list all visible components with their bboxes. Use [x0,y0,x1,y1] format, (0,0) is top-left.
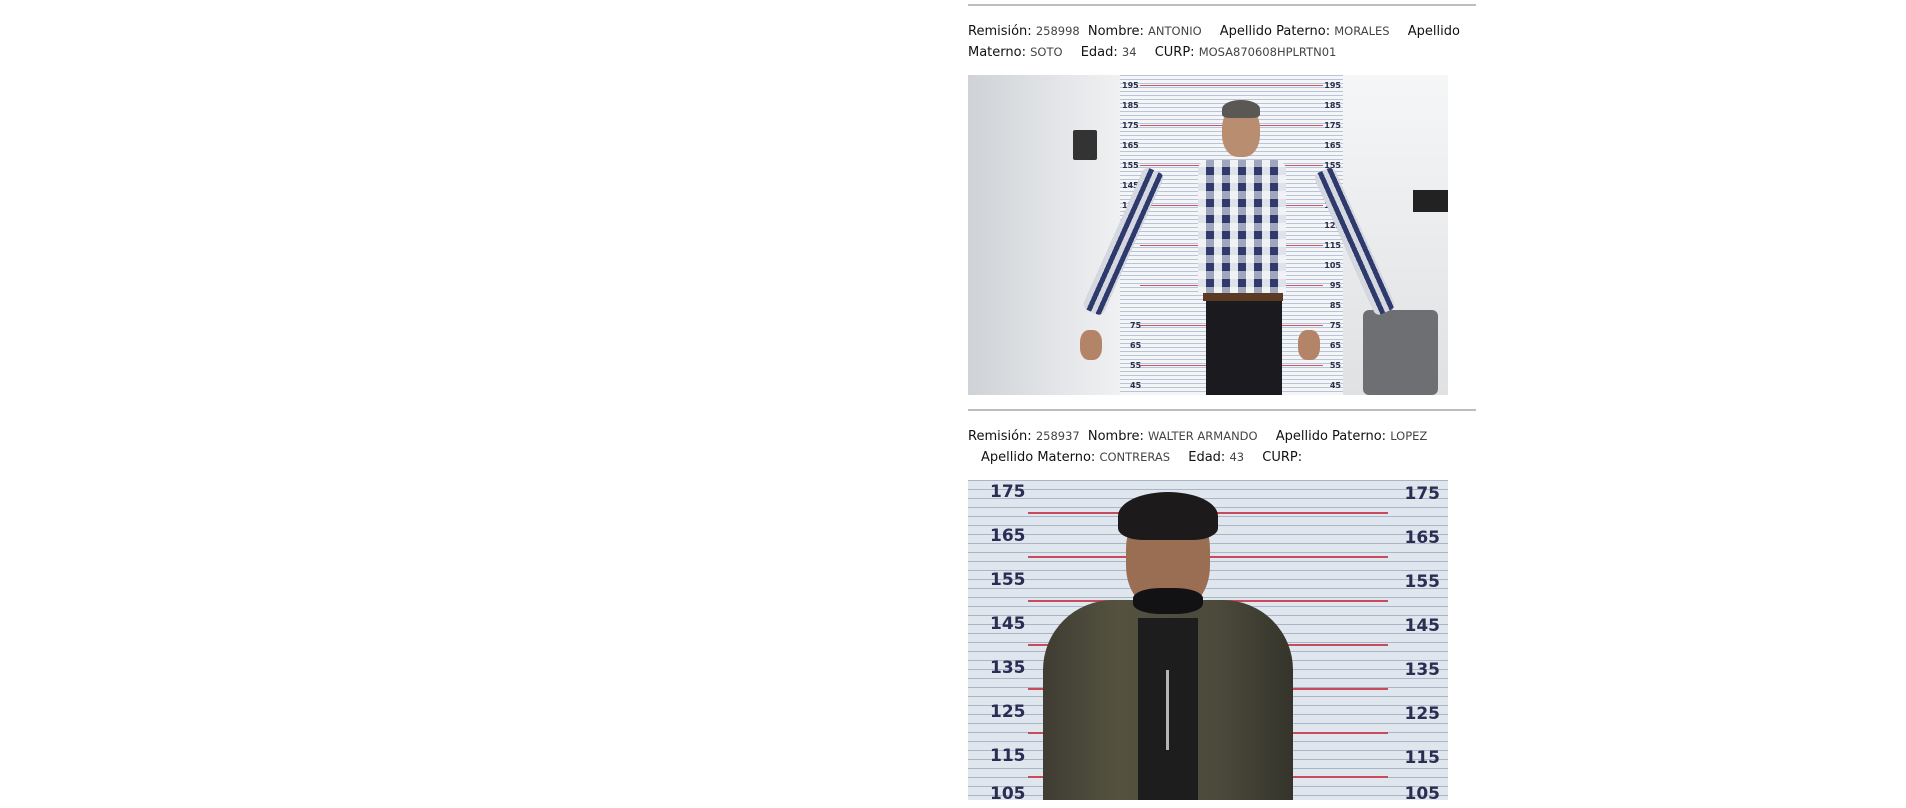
ruler-mark: 145 [990,614,1026,634]
ruler-mark: 185 [1324,101,1341,110]
record-info: Remisión: 258998 Nombre: ANTONIO Apellid… [968,6,1468,63]
ruler-mark: 165 [990,526,1026,546]
person-shirt [1198,160,1286,295]
remision-label: Remisión: [968,24,1032,39]
mugshot-photo[interactable]: 195 185 175 165 155 145 135 12 75 65 55 … [968,75,1448,395]
edad-label: Edad: [1080,45,1118,60]
basket [1363,310,1438,395]
ruler-mark: 195 [1122,81,1139,90]
records-list: Remisión: 258998 Nombre: ANTONIO Apellid… [968,0,1478,800]
ruler-mark: 115 [990,746,1026,766]
ruler-mark: 175 [1324,121,1341,130]
apellido-paterno-label: Apellido Paterno: [1219,24,1331,39]
wall-device [1073,130,1097,160]
ruler-mark: 85 [1329,301,1341,310]
apellido-materno-label: Apellido [1407,24,1460,39]
ruler-mark: 145 [1404,616,1441,636]
person-mask [1133,588,1203,614]
ruler-mark: 135 [1404,660,1441,680]
nombre-value: WALTER ARMANDO [1148,429,1258,443]
record-item: Remisión: 258937 Nombre: WALTER ARMANDO … [968,411,1478,800]
ruler-mark: 175 [990,482,1026,502]
mugshot-photo[interactable]: 175 165 155 145 135 125 115 105 175 165 … [968,480,1448,800]
apellido-paterno-value: LOPEZ [1390,429,1428,443]
edad-label: Edad: [1188,450,1226,465]
ruler-mark: 155 [990,570,1026,590]
photo-wall [968,75,1128,395]
person-hand [1298,330,1320,360]
ruler-mark: 125 [1404,704,1441,724]
apellido-materno-value: CONTRERAS [1099,450,1171,464]
ruler-mark: 115 [1404,748,1441,768]
ruler-mark: 45 [1329,381,1341,390]
ruler-mark: 55 [1329,361,1341,370]
curp-label: CURP: [1154,45,1195,60]
ruler-mark: 165 [1324,141,1341,150]
record-item: Remisión: 258998 Nombre: ANTONIO Apellid… [968,6,1478,395]
ruler-mark: 105 [1404,784,1441,800]
ruler-mark: 65 [1130,341,1142,350]
apellido-materno-label-cont: Materno: [968,45,1026,60]
edad-value: 34 [1121,45,1137,59]
person-belt [1203,293,1283,301]
ruler-mark: 175 [1404,484,1441,504]
person-zipper [1166,670,1169,750]
apellido-materno-value: SOTO [1030,45,1063,59]
person-hand [1080,330,1102,360]
remision-label: Remisión: [968,429,1032,444]
ruler-mark: 185 [1122,101,1139,110]
remision-value: 258998 [1035,24,1080,38]
nombre-value: ANTONIO [1148,24,1202,38]
ruler-mark: 65 [1329,341,1341,350]
person-hair [1118,492,1218,540]
person-hair [1222,100,1260,118]
wall-device [1413,190,1448,212]
ruler-mark: 45 [1130,381,1142,390]
ruler-mark: 135 [990,658,1026,678]
ruler-mark: 105 [990,784,1026,800]
page: Remisión: 258998 Nombre: ANTONIO Apellid… [0,0,1906,808]
ruler-mark: 165 [1122,141,1139,150]
ruler-mark: 75 [1329,321,1341,330]
ruler-mark: 125 [990,702,1026,722]
ruler-mark: 105 [1324,261,1341,270]
curp-label: CURP: [1262,450,1303,465]
nombre-label: Nombre: [1087,24,1144,39]
ruler-mark: 115 [1324,241,1341,250]
apellido-materno-label: Apellido Materno: [981,450,1096,465]
ruler-mark: 155 [1404,572,1441,592]
ruler-mark: 165 [1404,528,1441,548]
nombre-label: Nombre: [1087,429,1144,444]
ruler-mark: 155 [1122,161,1139,170]
ruler-mark: 175 [1122,121,1139,130]
apellido-paterno-label: Apellido Paterno: [1275,429,1387,444]
person-pants [1206,301,1282,395]
ruler-mark: 195 [1324,81,1341,90]
record-info: Remisión: 258937 Nombre: WALTER ARMANDO … [968,411,1468,468]
edad-value: 43 [1229,450,1245,464]
ruler-mark: 95 [1329,281,1341,290]
curp-value: MOSA870608HPLRTN01 [1198,45,1337,59]
remision-value: 258937 [1035,429,1080,443]
apellido-paterno-value: MORALES [1334,24,1390,38]
